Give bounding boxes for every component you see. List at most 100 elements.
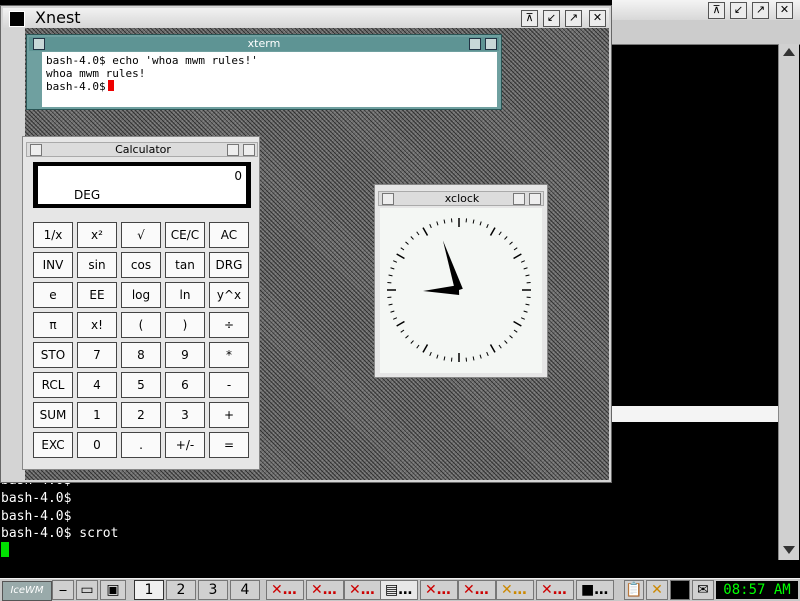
background-window-titlebar[interactable]: ⊼ ↙ ↗ ✕ (612, 0, 800, 21)
calc-key[interactable]: = (209, 432, 249, 458)
host-terminal-line: bash-4.0$ (1, 508, 71, 525)
calc-key[interactable]: 9 (165, 342, 205, 368)
calc-key[interactable]: +/- (165, 432, 205, 458)
calc-key[interactable]: x! (77, 312, 117, 338)
task-button-icon[interactable]: ✕… (536, 580, 574, 600)
calc-key[interactable]: ÷ (209, 312, 249, 338)
minute-tick (417, 345, 419, 348)
workspace-button[interactable]: 4 (230, 580, 260, 600)
workspace-button[interactable]: 1 (134, 580, 164, 600)
calculator-titlebar[interactable]: Calculator (26, 142, 258, 157)
minute-tick (521, 318, 525, 320)
pin-icon[interactable]: ⊼ (521, 10, 538, 27)
pin-icon[interactable]: ⊼ (708, 2, 725, 19)
xterm-window[interactable]: xterm bash-4.0$ echo 'whoa mwm rules!' w… (26, 34, 502, 110)
minute-tick (514, 248, 517, 250)
task-button-icon[interactable]: ✕… (496, 580, 534, 600)
calc-key[interactable]: x² (77, 222, 117, 248)
calc-key[interactable]: ( (121, 312, 161, 338)
maximize-button[interactable]: ↗ (752, 2, 769, 19)
calc-key[interactable]: AC (209, 222, 249, 248)
calc-key[interactable]: π (33, 312, 73, 338)
calc-key[interactable]: tan (165, 252, 205, 278)
window-list-icon[interactable]: ⎯ (52, 580, 74, 600)
hour-tick (423, 345, 428, 353)
calc-key[interactable]: STO (33, 342, 73, 368)
maximize-button[interactable] (529, 193, 541, 205)
calc-key[interactable]: 3 (165, 402, 205, 428)
calc-key[interactable]: 5 (121, 372, 161, 398)
task-button-icon[interactable]: ✕… (266, 580, 304, 600)
background-window-highlight (612, 406, 778, 422)
hour-tick (514, 254, 522, 259)
scroll-up-icon[interactable] (783, 48, 795, 56)
maximize-button[interactable] (485, 38, 497, 50)
terminal-cursor (1, 542, 9, 557)
minimize-button[interactable] (469, 38, 481, 50)
calc-key[interactable]: + (209, 402, 249, 428)
close-button[interactable]: ✕ (589, 10, 606, 27)
calc-key[interactable]: 6 (165, 372, 205, 398)
minute-tick (526, 304, 530, 305)
start-menu-button[interactable]: IceWM (2, 581, 52, 601)
calc-key[interactable]: EE (77, 282, 117, 308)
xclock-titlebar[interactable]: xclock (378, 191, 544, 206)
calculator-window[interactable]: Calculator 0 DEG 1/xx²√CE/CACINVsincosta… (22, 136, 260, 470)
calc-key[interactable]: log (121, 282, 161, 308)
calc-key[interactable]: ) (165, 312, 205, 338)
calc-key[interactable]: SUM (33, 402, 73, 428)
xclock-window[interactable]: xclock (374, 184, 548, 378)
calc-key[interactable]: RCL (33, 372, 73, 398)
computer-icon[interactable]: ▣ (100, 580, 126, 600)
calc-key[interactable]: DRG (209, 252, 249, 278)
calc-key[interactable]: EXC (33, 432, 73, 458)
task-button-icon[interactable]: ✕… (420, 580, 458, 600)
calc-key[interactable]: * (209, 342, 249, 368)
minimize-button[interactable]: ↙ (543, 10, 560, 27)
scroll-down-icon[interactable] (783, 546, 795, 554)
calc-key[interactable]: y^x (209, 282, 249, 308)
calc-key[interactable]: 7 (77, 342, 117, 368)
calc-key[interactable]: - (209, 372, 249, 398)
calc-key[interactable]: 8 (121, 342, 161, 368)
calc-key[interactable]: 2 (121, 402, 161, 428)
show-desktop-icon[interactable]: ▭ (76, 580, 98, 600)
calc-key[interactable]: e (33, 282, 73, 308)
minimize-button[interactable]: ↙ (730, 2, 747, 19)
clipboard-icon[interactable]: 📋 (624, 580, 644, 600)
task-button-icon[interactable]: ✕… (344, 580, 382, 600)
tray-app-icon[interactable]: ✕ (646, 580, 668, 600)
task-button-icon[interactable]: ✕… (306, 580, 344, 600)
close-button[interactable]: ✕ (776, 2, 793, 19)
mail-icon[interactable]: ✉ (692, 580, 714, 600)
scrollbar[interactable] (778, 44, 799, 560)
minute-tick (393, 318, 397, 320)
window-menu-icon[interactable] (9, 11, 25, 27)
workspace-button[interactable]: 2 (166, 580, 196, 600)
calc-key[interactable]: CE/C (165, 222, 205, 248)
calc-key[interactable]: sin (77, 252, 117, 278)
calc-key[interactable]: 4 (77, 372, 117, 398)
calc-key[interactable]: 0 (77, 432, 117, 458)
minimize-button[interactable] (227, 144, 239, 156)
calc-key[interactable]: cos (121, 252, 161, 278)
calc-key[interactable]: INV (33, 252, 73, 278)
minute-tick (405, 336, 408, 339)
maximize-button[interactable]: ↗ (565, 10, 582, 27)
calc-key[interactable]: . (121, 432, 161, 458)
task-button-icon[interactable]: ■… (576, 580, 614, 600)
calc-key[interactable]: 1/x (33, 222, 73, 248)
calc-key[interactable]: ln (165, 282, 205, 308)
task-button-active-icon[interactable]: ▤… (380, 580, 418, 600)
maximize-button[interactable] (243, 144, 255, 156)
task-button-icon[interactable]: ✕… (458, 580, 496, 600)
minimize-button[interactable] (513, 193, 525, 205)
tray-monitor-icon[interactable] (670, 580, 690, 600)
display-value: 0 (234, 169, 242, 183)
workspace-button[interactable]: 3 (198, 580, 228, 600)
minute-tick (391, 268, 395, 269)
xnest-titlebar[interactable]: Xnest ⊼ ↙ ↗ ✕ (3, 8, 609, 28)
xterm-titlebar[interactable]: xterm (29, 37, 499, 51)
calc-key[interactable]: √ (121, 222, 161, 248)
calc-key[interactable]: 1 (77, 402, 117, 428)
